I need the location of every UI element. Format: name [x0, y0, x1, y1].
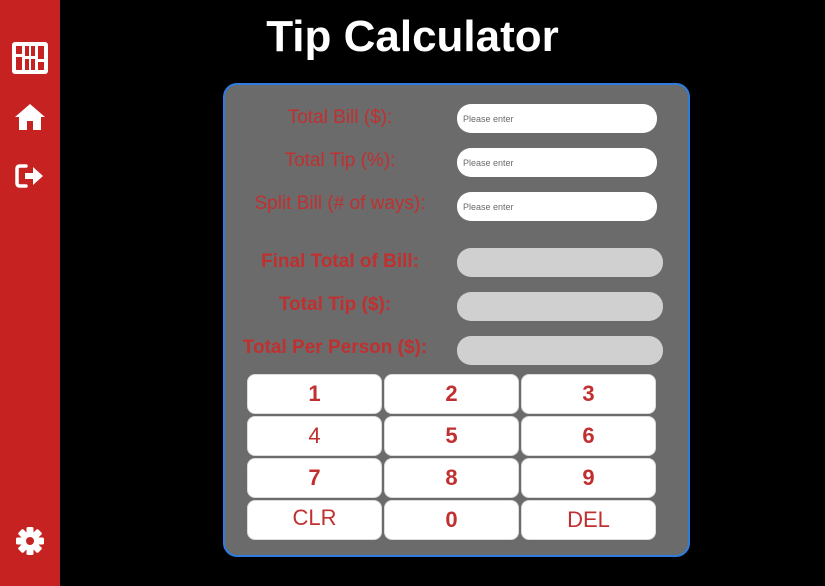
key-3[interactable]: 3: [521, 374, 656, 414]
key-0[interactable]: 0: [384, 500, 519, 540]
split-bill-input[interactable]: [457, 192, 657, 221]
total-tip-amount-label: Total Tip ($):: [278, 294, 392, 315]
logout-icon[interactable]: [10, 156, 50, 196]
key-1[interactable]: 1: [247, 374, 382, 414]
key-8[interactable]: 8: [384, 458, 519, 498]
total-bill-label: Total Bill ($):: [287, 107, 393, 128]
key-6[interactable]: 6: [521, 416, 656, 456]
calculator-panel: Total Bill ($): Total Tip (%): Split Bil…: [223, 83, 690, 557]
total-per-person-output: [457, 336, 663, 365]
total-tip-percent-label: Total Tip (%):: [284, 150, 396, 171]
final-total-output: [457, 248, 663, 277]
total-tip-percent-input[interactable]: [457, 148, 657, 177]
gear-icon[interactable]: [10, 521, 50, 561]
grid-logo-icon[interactable]: [10, 38, 50, 78]
key-2[interactable]: 2: [384, 374, 519, 414]
page-title: Tip Calculator: [266, 12, 559, 61]
key-9[interactable]: 9: [521, 458, 656, 498]
final-total-label: Final Total of Bill:: [261, 251, 419, 272]
key-5[interactable]: 5: [384, 416, 519, 456]
clear-button[interactable]: CLR: [247, 500, 382, 540]
key-7[interactable]: 7: [247, 458, 382, 498]
home-icon[interactable]: [10, 97, 50, 137]
delete-button[interactable]: DEL: [521, 500, 656, 540]
keypad: 1 2 3 4 5 6 7 8 9 CLR 0 DEL: [247, 374, 658, 541]
total-tip-amount-output: [457, 292, 663, 321]
split-bill-label: Split Bill (# of ways):: [254, 193, 426, 214]
sidebar: [0, 0, 60, 586]
total-bill-input[interactable]: [457, 104, 657, 133]
key-4[interactable]: 4: [247, 416, 382, 456]
total-per-person-label: Total Per Person ($):: [242, 337, 428, 358]
